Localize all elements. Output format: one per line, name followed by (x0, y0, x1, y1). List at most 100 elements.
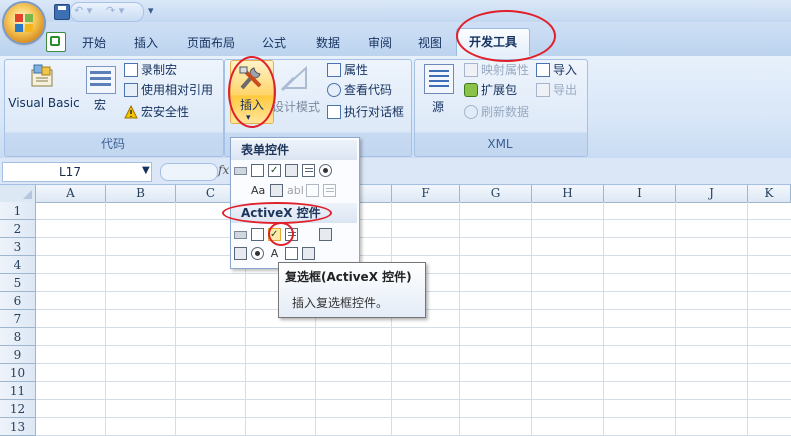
combo-box-activex-icon[interactable] (251, 228, 264, 241)
source-button[interactable]: 源 (426, 98, 450, 115)
group-box-form-control-icon[interactable] (234, 184, 247, 197)
office-button[interactable] (4, 3, 44, 43)
design-mode-icon (280, 65, 307, 92)
annotation-circle-developer-tab (456, 10, 556, 62)
row-header[interactable]: 1 (0, 202, 36, 220)
undo-icon[interactable]: ↶ ▾ (74, 4, 92, 18)
name-box-value: L17 (59, 165, 81, 179)
row-header[interactable]: 8 (0, 328, 36, 346)
customize-quick-access-button[interactable]: ▾ (148, 4, 154, 18)
list-box-form-control-icon[interactable] (302, 164, 315, 177)
combo-list-edit-form-control-icon[interactable] (306, 184, 319, 197)
insert-function-button[interactable]: fx (218, 163, 229, 177)
column-header[interactable]: I (604, 185, 676, 202)
row-header[interactable]: 9 (0, 346, 36, 364)
row-header[interactable]: 10 (0, 364, 36, 382)
export-label: 导出 (553, 83, 578, 97)
option-button-form-control-icon[interactable] (319, 164, 332, 177)
xml-group-label: XML (487, 137, 513, 151)
tab-data[interactable]: 数据 (308, 32, 348, 54)
properties-button[interactable]: 属性 (327, 61, 368, 79)
expansion-packs-label: 扩展包 (481, 83, 518, 97)
refresh-data-label: 刷新数据 (481, 105, 530, 119)
row-header[interactable]: 6 (0, 292, 36, 310)
column-header[interactable]: K (748, 185, 791, 202)
grid-line (675, 202, 676, 436)
column-header[interactable]: G (460, 185, 532, 202)
import-label: 导入 (553, 63, 578, 77)
relative-reference-label: 使用相对引用 (141, 83, 214, 97)
name-box-dropdown-icon[interactable]: ▼ (142, 162, 150, 180)
scroll-bar-form-control-icon[interactable] (270, 184, 283, 197)
name-box[interactable]: L17 (2, 162, 152, 182)
macro-button[interactable]: 宏 (88, 96, 112, 113)
label-activex-icon[interactable]: A (268, 247, 281, 260)
tab-page-layout[interactable]: 页面布局 (180, 32, 242, 54)
warning-icon (124, 104, 138, 119)
checkbox-form-control-icon[interactable] (268, 164, 281, 177)
tab-view[interactable]: 视图 (410, 32, 450, 54)
tab-home[interactable]: 开始 (74, 32, 114, 54)
column-header[interactable]: J (676, 185, 748, 202)
label-form-control-icon[interactable]: Aa (251, 184, 265, 197)
column-header[interactable]: A (36, 185, 106, 202)
row-header[interactable]: 7 (0, 310, 36, 328)
export-button[interactable]: 导出 (536, 81, 577, 99)
select-all-corner[interactable] (0, 185, 36, 202)
grid-line (175, 202, 176, 436)
import-button[interactable]: 导入 (536, 61, 577, 79)
run-dialog-label: 执行对话框 (344, 105, 405, 119)
row-header[interactable]: 2 (0, 220, 36, 238)
row-header[interactable]: 12 (0, 400, 36, 418)
formula-bar-buttons[interactable] (160, 163, 218, 181)
text-box-activex-icon[interactable] (302, 228, 315, 241)
view-code-button[interactable]: 查看代码 (327, 81, 392, 99)
row-header[interactable]: 11 (0, 382, 36, 400)
annotation-circle-checkbox (268, 222, 294, 246)
map-properties-button[interactable]: 映射属性 (464, 61, 529, 79)
row-header[interactable]: 5 (0, 274, 36, 292)
more-controls-icon[interactable] (319, 247, 332, 260)
column-header[interactable]: B (106, 185, 176, 202)
image-activex-icon[interactable] (285, 247, 298, 260)
column-header[interactable]: H (532, 185, 604, 202)
macro-security-button[interactable]: 宏安全性 (124, 103, 189, 121)
map-properties-icon (464, 63, 478, 77)
redo-icon[interactable]: ↷ ▾ (106, 4, 124, 18)
option-button-activex-icon[interactable] (251, 247, 264, 260)
row-header[interactable]: 4 (0, 256, 36, 274)
combo-box-form-control-icon[interactable] (251, 164, 264, 177)
column-header[interactable]: F (392, 185, 460, 202)
record-macro-icon (124, 63, 138, 77)
command-button-activex-icon[interactable] (234, 231, 247, 239)
spin-button-activex-icon[interactable] (234, 247, 247, 260)
import-icon (536, 63, 550, 77)
text-field-form-control-icon[interactable]: abl (287, 184, 304, 197)
office-logo-icon (15, 14, 33, 32)
refresh-data-button[interactable]: 刷新数据 (464, 103, 529, 121)
visual-basic-button[interactable]: Visual Basic (6, 96, 82, 110)
tab-formulas[interactable]: 公式 (254, 32, 294, 54)
spin-button-form-control-icon[interactable] (285, 164, 298, 177)
save-icon[interactable] (54, 4, 70, 20)
relative-reference-button[interactable]: 使用相对引用 (124, 81, 213, 99)
row-header[interactable]: 13 (0, 418, 36, 436)
expansion-packs-button[interactable]: 扩展包 (464, 81, 517, 99)
record-macro-button[interactable]: 录制宏 (124, 61, 177, 79)
combo-dropdown-edit-form-control-icon[interactable] (323, 184, 336, 197)
grid-line (459, 202, 460, 436)
button-form-control-icon[interactable] (234, 167, 247, 175)
row-header[interactable]: 3 (0, 238, 36, 256)
tab-review[interactable]: 审阅 (360, 32, 400, 54)
run-dialog-button[interactable]: 执行对话框 (327, 103, 404, 121)
tab-insert[interactable]: 插入 (126, 32, 166, 54)
grid-line (391, 202, 392, 436)
relative-reference-icon (124, 83, 138, 97)
design-mode-button[interactable]: 设计模式 (272, 98, 320, 115)
toggle-button-activex-icon[interactable] (302, 247, 315, 260)
visual-basic-icon (31, 64, 53, 87)
grid-line (105, 202, 106, 436)
properties-icon (327, 63, 341, 77)
scroll-bar-activex-icon[interactable] (319, 228, 332, 241)
cell-grid[interactable] (36, 202, 791, 436)
